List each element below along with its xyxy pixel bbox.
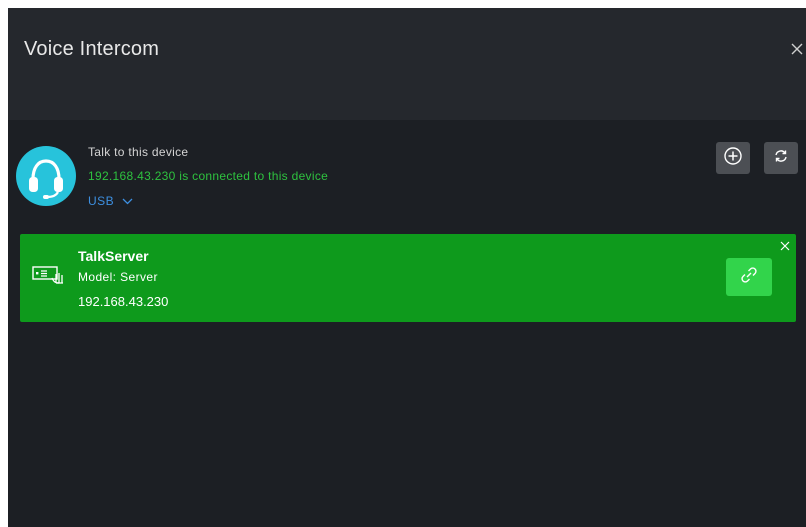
device-name: TalkServer — [78, 248, 149, 264]
add-device-button[interactable] — [716, 142, 750, 174]
headset-icon — [16, 146, 76, 206]
refresh-button[interactable] — [764, 142, 798, 174]
title-bar: Voice Intercom — [8, 8, 806, 120]
voice-intercom-window: Voice Intercom Talk to this device 192.1… — [8, 8, 806, 527]
chevron-down-icon — [122, 194, 133, 208]
close-icon[interactable] — [780, 238, 790, 251]
device-ip-address: 192.168.43.230 — [78, 294, 169, 309]
close-icon[interactable] — [790, 42, 804, 56]
refresh-icon — [773, 148, 789, 169]
add-circle-icon — [723, 146, 743, 171]
link-icon — [739, 265, 759, 290]
window-title: Voice Intercom — [24, 38, 160, 60]
device-card[interactable]: TalkServer Model: Server 192.168.43.230 — [20, 234, 796, 322]
talk-to-device-label: Talk to this device — [88, 145, 189, 159]
audio-source-value: USB — [88, 194, 115, 208]
device-model: Model: Server — [78, 270, 158, 284]
audio-source-dropdown[interactable]: USB — [88, 194, 133, 208]
connect-link-button[interactable] — [726, 258, 772, 296]
server-device-icon — [32, 264, 68, 291]
connection-status-text: 192.168.43.230 is connected to this devi… — [88, 169, 329, 183]
